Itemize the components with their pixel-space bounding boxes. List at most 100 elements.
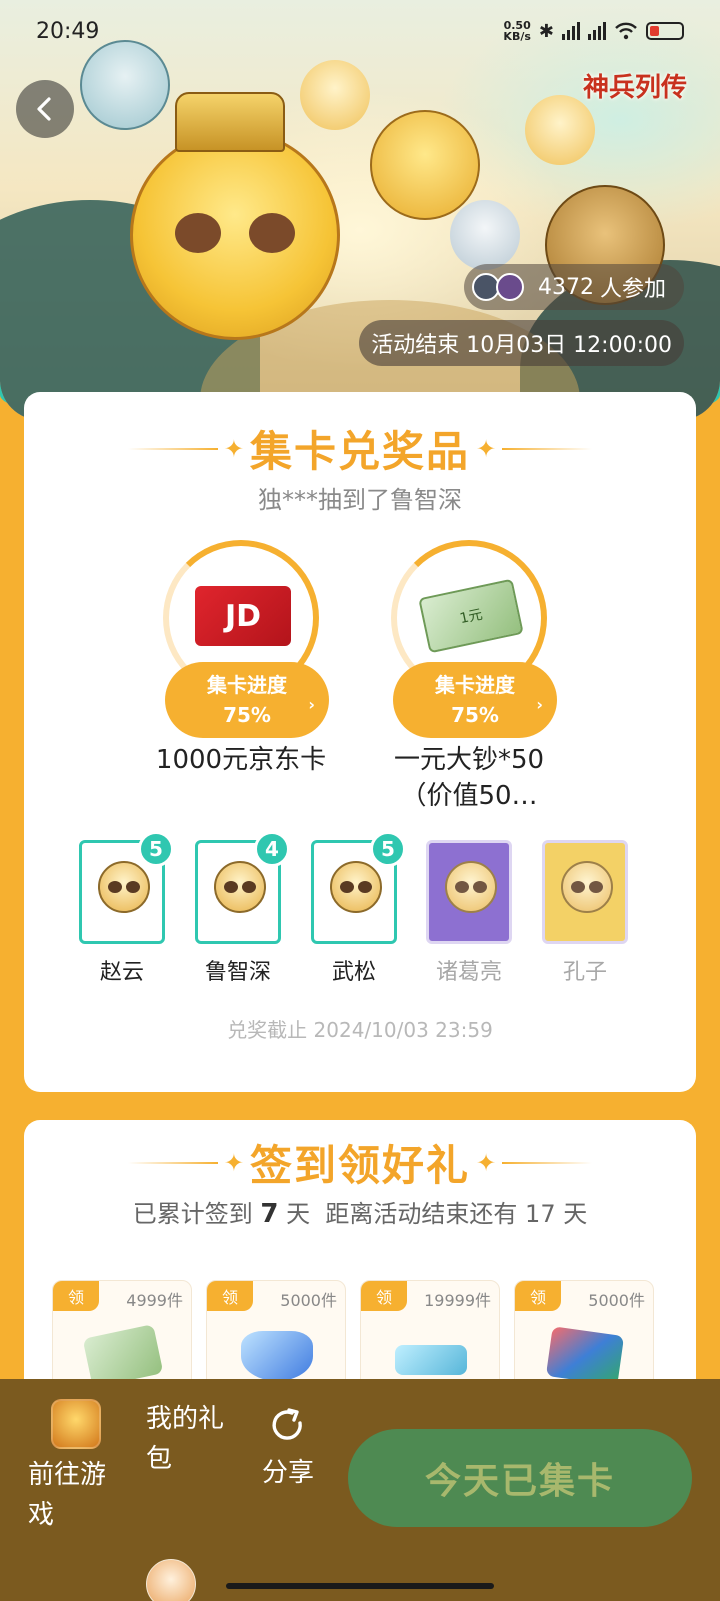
collected-today-button[interactable]: 今天已集卡 [348,1429,692,1527]
progress-pill[interactable]: 集卡进度 75% › [393,662,557,738]
share-button[interactable]: 分享 [262,1405,314,1493]
battery-level [650,26,659,36]
hero-card-wusong[interactable]: 5 武松 [309,831,406,986]
progress-pill[interactable]: 集卡进度 75% › [165,662,329,738]
home-indicator [226,1583,494,1589]
hero-face [561,861,613,913]
progress-label: 集卡进度 [207,673,287,697]
winner-ticker: 独***抽到了鲁智深 [258,486,462,514]
claim-tag: 领 [361,1281,407,1311]
game-icon [51,1399,101,1449]
participants-count: 4372 [537,274,594,300]
hero-face [98,861,150,913]
claim-tag: 领 [515,1281,561,1311]
activity-end-time: 活动结束 10月03日 12:00:00 [359,320,684,366]
prize-name: 一元大钞*50（价值50… [393,745,545,811]
sparkle-icon: ✦ [476,1148,497,1177]
network-speed-unit: KB/s [503,30,531,43]
back-button[interactable] [16,80,74,138]
sparkle-icon: ✦ [223,434,244,463]
hero-name: 武松 [331,960,376,985]
participants-badge: 4372 人参加 [463,264,684,310]
mascot-crown [175,92,285,152]
gift-stock: 19999件 [424,1291,491,1310]
gift-stock: 4999件 [126,1291,183,1310]
hero-face [445,861,497,913]
network-speed: 0.50 KB/s [503,20,530,42]
status-icons: 0.50 KB/s ✱ [503,20,684,42]
card-count-badge: 5 [370,831,406,867]
title-decoration-line [127,447,218,450]
gift-stock: 5000件 [280,1291,337,1310]
share-label: 分享 [262,1458,315,1488]
progress-label: 集卡进度 [435,673,515,697]
chevron-right-icon: › [308,695,315,714]
hero-face [214,861,266,913]
signal-icon [562,22,580,40]
bluetooth-icon: ✱ [538,20,554,42]
sparkle-icon: ✦ [476,434,497,463]
claim-tag: 领 [53,1281,99,1311]
prize-progress-ring: 1元 集卡进度 75% › [391,540,557,738]
hero-name: 赵云 [99,960,144,985]
battery-icon [646,22,684,40]
progress-value: 75% [451,703,499,727]
my-gift-label: 我的礼包 [146,1404,225,1474]
prize-name: 1000元京东卡 [155,745,327,775]
hero-portrait [542,840,628,944]
hero-card-zhugeliang[interactable]: 诸葛亮 [424,840,514,986]
gift-avatar-icon [146,1559,196,1601]
prize-progress-ring: JD 集卡进度 75% › [163,540,329,738]
chevron-right-icon: › [536,695,543,714]
gift-stock: 5000件 [588,1291,645,1310]
goto-game-label: 前往游戏 [28,1460,107,1530]
section-title: ✦ 签到领好礼 ✦ [24,1132,696,1193]
sparkle-icon: ✦ [223,1148,244,1177]
hero-card-luzhishen[interactable]: 4 鲁智深 [193,831,290,986]
hero-portrait: 5 [311,831,406,944]
avatar [495,273,524,301]
cards-icon [545,1326,625,1386]
mascot-figure [370,110,480,220]
prize-cash[interactable]: 1元 集卡进度 75% › 一元大钞*50（价值50… [379,540,559,814]
section-title: ✦ 集卡兑奖品 ✦ [24,418,696,479]
signin-prefix: 已累计签到 [132,1200,253,1228]
mascot-figure [300,60,370,130]
collect-prizes-card: ✦ 集卡兑奖品 ✦ 独***抽到了鲁智深 JD 集卡进度 75% › 1000元… [24,392,696,1092]
title-decoration-line [127,1161,218,1164]
title-decoration-line [502,447,593,450]
hero-name: 诸葛亮 [435,960,502,985]
goto-game-button[interactable]: 前往游戏 [28,1399,124,1535]
signin-days: 7 [260,1199,279,1229]
redeem-deadline: 兑奖截止 2024/10/03 23:59 [227,1018,493,1042]
signin-summary: 已累计签到 7 天 距离活动结束还有 17 天 [24,1194,696,1229]
card-count-badge: 4 [254,831,290,867]
bottom-action-bar: 前往游戏 我的礼包 分享 今天已集卡 [0,1379,720,1601]
mascot-figure [450,200,520,270]
signin-card: ✦ 签到领好礼 ✦ 已累计签到 7 天 距离活动结束还有 17 天 领 4999… [24,1120,696,1420]
status-time: 20:49 [36,18,100,44]
my-gift-button[interactable]: 我的礼包 [146,1399,242,1601]
jd-card-image: JD [195,586,291,646]
remaining-days: 距离活动结束还有 17 天 [325,1200,588,1228]
hero-card-zhaoyun[interactable]: 5 赵云 [77,831,174,986]
main-mascot [130,130,340,340]
chevron-left-icon [37,97,51,121]
status-bar: 20:49 0.50 KB/s ✱ [0,0,720,62]
prize-jd-card[interactable]: JD 集卡进度 75% › 1000元京东卡 [151,540,331,778]
signal-icon [588,22,606,40]
title-decoration-line [502,1161,593,1164]
hero-portrait: 4 [195,831,290,944]
hero-portrait [426,840,512,944]
claim-tag: 领 [207,1281,253,1311]
ticket-icon [395,1345,467,1375]
cash-note-image: 1元 [418,578,524,654]
collect-title: 集卡兑奖品 [249,427,470,476]
hero-card-kongzi[interactable]: 孔子 [540,840,630,986]
hero-name: 孔子 [562,960,607,985]
progress-value: 75% [223,703,271,727]
participants-suffix: 人参加 [599,277,666,302]
game-logo: 神兵列传 [582,72,687,103]
card-count-badge: 5 [138,831,174,867]
gem-icon [241,1331,313,1381]
